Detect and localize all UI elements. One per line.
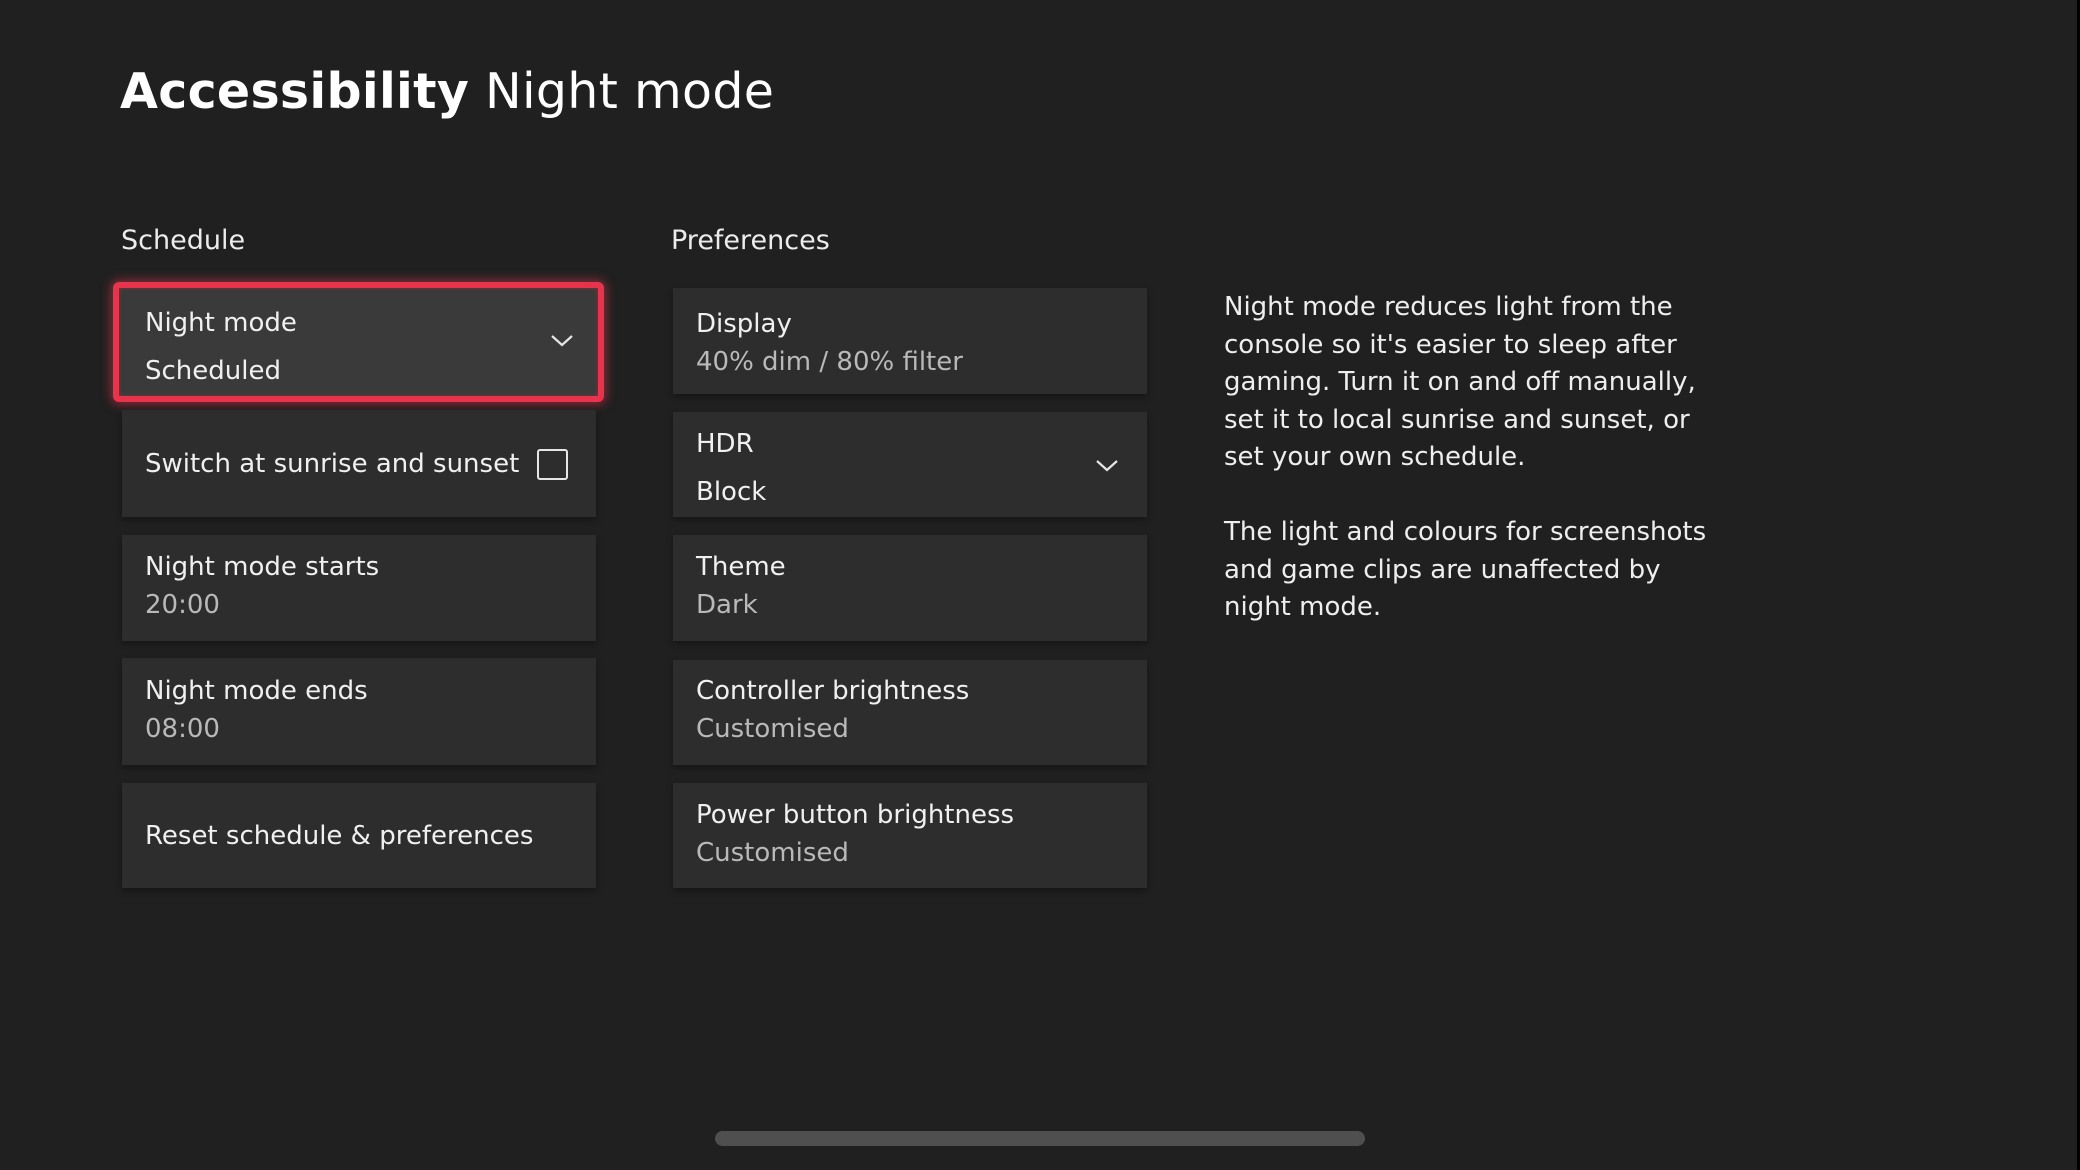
description-panel: Night mode reduces light from the consol… <box>1224 289 1724 664</box>
theme-value: Dark <box>696 590 758 620</box>
description-paragraph: The light and colours for screenshots an… <box>1224 517 1707 622</box>
controller-brightness-label: Controller brightness <box>696 676 970 706</box>
hdr-dropdown[interactable]: HDR Block <box>673 412 1147 517</box>
night-mode-value: Scheduled <box>145 356 281 386</box>
theme-label: Theme <box>696 552 786 582</box>
power-button-brightness-value: Customised <box>696 838 849 868</box>
display-label: Display <box>696 309 792 339</box>
preferences-heading: Preferences <box>671 225 830 256</box>
hdr-value: Block <box>696 477 767 507</box>
display-value: 40% dim / 80% filter <box>696 347 963 377</box>
night-mode-ends-label: Night mode ends <box>145 676 368 706</box>
controller-brightness-value: Customised <box>696 714 849 744</box>
checkbox-icon[interactable] <box>537 449 568 480</box>
chevron-down-icon <box>1095 454 1118 476</box>
night-mode-dropdown[interactable]: Night mode Scheduled <box>113 282 604 402</box>
night-mode-starts-label: Night mode starts <box>145 552 380 582</box>
page-title-page: Night mode <box>485 63 775 120</box>
sunrise-sunset-toggle[interactable]: Switch at sunrise and sunset <box>122 410 596 517</box>
power-button-brightness-label: Power button brightness <box>696 800 1015 830</box>
night-mode-ends-value: 08:00 <box>145 714 220 744</box>
page-title-section: Accessibility <box>120 63 470 120</box>
reset-schedule-label: Reset schedule & preferences <box>145 821 534 851</box>
page-title: Accessibility Night mode <box>120 62 774 122</box>
reset-schedule-button[interactable]: Reset schedule & preferences <box>122 783 596 888</box>
power-button-brightness-button[interactable]: Power button brightness Customised <box>673 783 1147 888</box>
night-mode-starts-button[interactable]: Night mode starts 20:00 <box>122 535 596 641</box>
chevron-down-icon <box>550 329 573 351</box>
horizontal-scrollbar[interactable] <box>715 1131 1365 1146</box>
schedule-heading: Schedule <box>121 225 246 256</box>
night-mode-label: Night mode <box>145 308 297 338</box>
night-mode-ends-button[interactable]: Night mode ends 08:00 <box>122 658 596 765</box>
description-paragraph: Night mode reduces light from the consol… <box>1224 292 1696 472</box>
night-mode-starts-value: 20:00 <box>145 590 220 620</box>
sunrise-sunset-label: Switch at sunrise and sunset <box>145 449 520 479</box>
hdr-label: HDR <box>696 429 754 459</box>
display-button[interactable]: Display 40% dim / 80% filter <box>673 288 1147 394</box>
theme-button[interactable]: Theme Dark <box>673 535 1147 641</box>
controller-brightness-button[interactable]: Controller brightness Customised <box>673 660 1147 765</box>
